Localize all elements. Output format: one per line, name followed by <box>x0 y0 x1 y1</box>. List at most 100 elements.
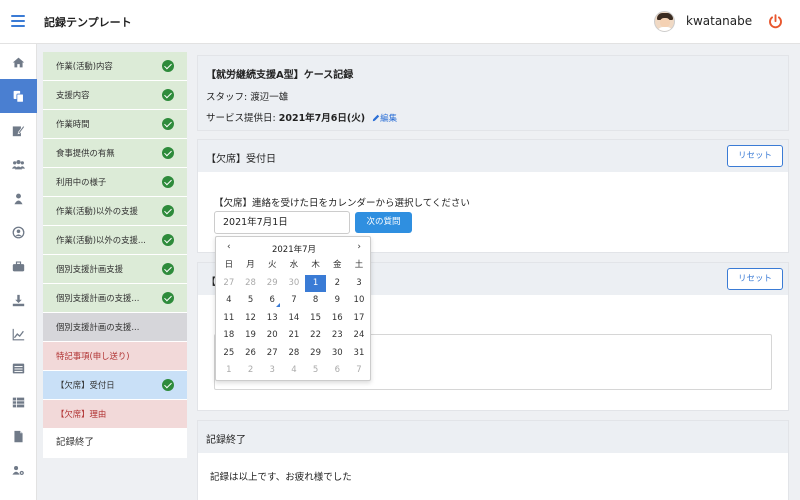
calendar-day-selected[interactable]: 1 <box>304 274 327 292</box>
calendar-day[interactable]: 16 <box>326 310 348 328</box>
nav-download[interactable] <box>0 283 37 317</box>
reset-button[interactable]: リセット <box>727 145 783 167</box>
calendar-day[interactable]: 15 <box>305 310 327 328</box>
briefcase-icon <box>12 260 25 271</box>
nav-table[interactable] <box>0 385 37 419</box>
calendar-day[interactable]: 8 <box>305 292 327 310</box>
date-input[interactable]: 2021年7月1日 <box>214 211 350 234</box>
calendar-day[interactable]: 18 <box>218 327 240 345</box>
pencil-icon <box>372 114 380 122</box>
record-info-card: 【就労継続支援A型】ケース記録 スタッフ: 渡辺一雄 サービス提供日: 2021… <box>197 55 789 131</box>
step-item[interactable]: 個別支援計画の支援... <box>43 313 187 342</box>
power-icon[interactable] <box>767 13 784 30</box>
calendar-day[interactable]: 26 <box>240 345 262 363</box>
calendar-day[interactable]: 12 <box>240 310 262 328</box>
nav-edit[interactable] <box>0 113 37 147</box>
calendar-day[interactable]: 28 <box>240 275 262 293</box>
calendar-day[interactable]: 3 <box>261 362 283 380</box>
step-item[interactable]: 作業時間 <box>43 110 187 139</box>
calendar-day[interactable]: 30 <box>283 275 305 293</box>
nav-list[interactable] <box>0 351 37 385</box>
step-item[interactable]: 作業(活動)以外の支援 <box>43 197 187 226</box>
calendar-day[interactable]: 21 <box>283 327 305 345</box>
calendar-day[interactable]: 7 <box>348 362 370 380</box>
nav-settings-users[interactable] <box>0 453 37 487</box>
calendar-day[interactable]: 22 <box>305 327 327 345</box>
calendar-day[interactable]: 2 <box>326 275 348 293</box>
end-card: 記録終了 記録は以上です、お疲れ様でした <box>197 420 789 500</box>
calendar-day[interactable]: 5 <box>240 292 262 310</box>
step-item[interactable]: 特記事項(申し送り) <box>43 342 187 371</box>
step-label: 作業(活動)以外の支援... <box>56 235 146 245</box>
calendar-day[interactable]: 5 <box>305 362 327 380</box>
top-bar: 記録テンプレート kwatanabe <box>0 0 800 44</box>
nav-user[interactable] <box>0 181 37 215</box>
calendar-day[interactable]: 3 <box>348 275 370 293</box>
service-date-value: 2021年7月6日(火) <box>278 113 366 124</box>
next-month-button[interactable]: › <box>357 242 361 252</box>
settings-users-icon <box>12 465 24 475</box>
nav-records[interactable] <box>0 79 37 113</box>
download-icon <box>12 294 25 306</box>
step-item-current[interactable]: 【欠席】受付日 <box>43 371 187 400</box>
menu-icon[interactable] <box>11 15 25 27</box>
calendar-day[interactable]: 27 <box>218 275 240 293</box>
calendar-day[interactable]: 11 <box>218 310 240 328</box>
check-icon <box>162 118 174 130</box>
nav-home[interactable] <box>0 45 37 79</box>
calendar-day[interactable]: 27 <box>261 345 283 363</box>
step-item[interactable]: 【欠席】理由 <box>43 400 187 429</box>
calendar-day[interactable]: 7 <box>283 292 305 310</box>
check-icon <box>162 60 174 72</box>
calendar-day[interactable]: 29 <box>261 275 283 293</box>
calendar-day[interactable]: 6 <box>261 292 283 310</box>
calendar-day[interactable]: 31 <box>348 345 370 363</box>
step-item[interactable]: 利用中の様子 <box>43 168 187 197</box>
calendar-day[interactable]: 10 <box>348 292 370 310</box>
edit-label: 編集 <box>380 114 398 124</box>
step-item[interactable]: 個別支援計画支援 <box>43 255 187 284</box>
file-icon <box>14 430 23 442</box>
calendar-day[interactable]: 17 <box>348 310 370 328</box>
account-circle-icon <box>12 226 25 238</box>
calendar-day[interactable]: 4 <box>283 362 305 380</box>
calendar-day[interactable]: 29 <box>305 345 327 363</box>
check-icon <box>162 89 174 101</box>
service-date-label: サービス提供日: <box>206 113 279 124</box>
step-item[interactable]: 食事提供の有無 <box>43 139 187 168</box>
list-icon <box>12 363 25 373</box>
nav-business[interactable] <box>0 249 37 283</box>
calendar-day[interactable]: 28 <box>283 345 305 363</box>
calendar-day[interactable]: 20 <box>261 327 283 345</box>
username[interactable]: kwatanabe <box>686 14 752 28</box>
edit-link[interactable]: 編集 <box>372 114 397 124</box>
nav-file[interactable] <box>0 419 37 453</box>
reset-button[interactable]: リセット <box>727 268 783 290</box>
calendar-day[interactable]: 1 <box>218 362 240 380</box>
step-item[interactable]: 個別支援計画の支援... <box>43 284 187 313</box>
step-item[interactable]: 記録終了 <box>43 429 187 458</box>
calendar-day[interactable]: 4 <box>218 292 240 310</box>
nav-users[interactable] <box>0 147 37 181</box>
nav-account[interactable] <box>0 215 37 249</box>
table-icon <box>12 397 25 407</box>
calendar-day[interactable]: 24 <box>348 327 370 345</box>
home-icon <box>12 57 25 67</box>
calendar-day[interactable]: 19 <box>240 327 262 345</box>
calendar-day[interactable]: 9 <box>326 292 348 310</box>
step-item[interactable]: 支援内容 <box>43 81 187 110</box>
calendar-day[interactable]: 14 <box>283 310 305 328</box>
step-item[interactable]: 作業(活動)以外の支援... <box>43 226 187 255</box>
next-question-button[interactable]: 次の質問 <box>355 212 412 233</box>
calendar-day[interactable]: 2 <box>240 362 262 380</box>
step-label: 食事提供の有無 <box>56 148 115 158</box>
nav-chart[interactable] <box>0 317 37 351</box>
calendar-day[interactable]: 13 <box>261 310 283 328</box>
step-label: 【欠席】受付日 <box>56 380 115 390</box>
calendar-day[interactable]: 25 <box>218 345 240 363</box>
avatar[interactable] <box>654 11 675 32</box>
calendar-day[interactable]: 23 <box>326 327 348 345</box>
calendar-day[interactable]: 6 <box>326 362 348 380</box>
calendar-day[interactable]: 30 <box>326 345 348 363</box>
step-item[interactable]: 作業(活動)内容 <box>43 52 187 81</box>
